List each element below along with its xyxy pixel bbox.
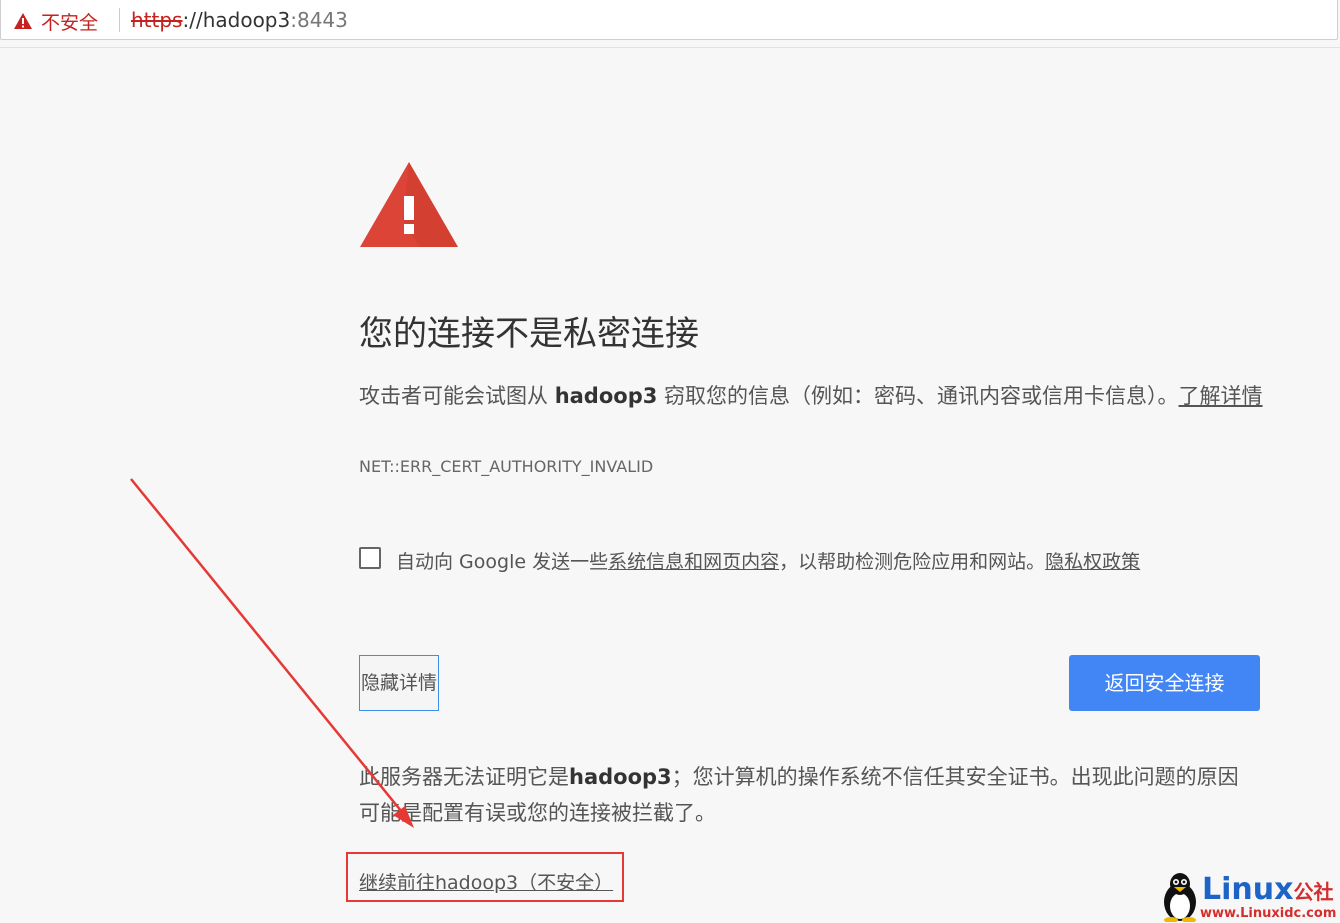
checkbox-middle: ，以帮助检测危险应用和网站。	[779, 551, 1046, 573]
checkbox-prefix: 自动向 Google 发送一些	[396, 551, 609, 573]
learn-more-link[interactable]: 了解详情	[1179, 384, 1263, 408]
url-host: hadoop3	[202, 8, 291, 32]
details-text: 此服务器无法证明它是hadoop3；您计算机的操作系统不信任其安全证书。出现此问…	[359, 759, 1259, 831]
toolbar-divider	[0, 47, 1340, 48]
page-title: 您的连接不是私密连接	[359, 314, 699, 354]
checkbox-label: 自动向 Google 发送一些系统信息和网页内容，以帮助检测危险应用和网站。隐私…	[396, 547, 1140, 574]
url-scheme: https	[131, 8, 183, 32]
url-separator: ://	[182, 8, 203, 32]
watermark-brand-cn: 公社	[1293, 880, 1334, 904]
watermark: Linux公社 www.Linuxidc.com	[1160, 872, 1340, 922]
not-secure-label[interactable]: 不安全	[41, 8, 98, 35]
warning-triangle-icon	[360, 162, 458, 247]
watermark-brand: Linux公社	[1202, 872, 1333, 907]
penguin-logo-icon	[1164, 873, 1196, 922]
explanation-text: 攻击者可能会试图从 hadoop3 窃取您的信息（例如：密码、通讯内容或信用卡信…	[359, 378, 1264, 414]
warning-icon[interactable]	[13, 12, 33, 30]
address-bar[interactable]: 不安全 https://hadoop3:8443	[0, 0, 1338, 40]
privacy-policy-link[interactable]: 隐私权政策	[1045, 551, 1140, 573]
back-to-safety-button[interactable]: 返回安全连接	[1069, 655, 1260, 711]
address-divider	[119, 8, 120, 32]
explanation-suffix: 窃取您的信息（例如：密码、通讯内容或信用卡信息）。	[657, 384, 1179, 408]
error-code: NET::ERR_CERT_AUTHORITY_INVALID	[359, 457, 654, 476]
url-port: :8443	[290, 8, 348, 32]
proceed-unsafe-link[interactable]: 继续前往hadoop3（不安全）	[359, 868, 613, 895]
system-info-link[interactable]: 系统信息和网页内容	[608, 551, 779, 573]
explanation-host: hadoop3	[554, 384, 658, 408]
url-text[interactable]: https://hadoop3:8443	[131, 8, 348, 32]
watermark-brand-en: Linux	[1202, 872, 1294, 907]
watermark-url: www.Linuxidc.com	[1200, 906, 1337, 921]
details-prefix: 此服务器无法证明它是	[359, 765, 569, 789]
send-info-checkbox[interactable]	[359, 547, 381, 569]
details-host: hadoop3	[569, 765, 672, 789]
hide-details-button[interactable]: 隐藏详情	[359, 655, 439, 711]
explanation-prefix: 攻击者可能会试图从	[359, 384, 555, 408]
